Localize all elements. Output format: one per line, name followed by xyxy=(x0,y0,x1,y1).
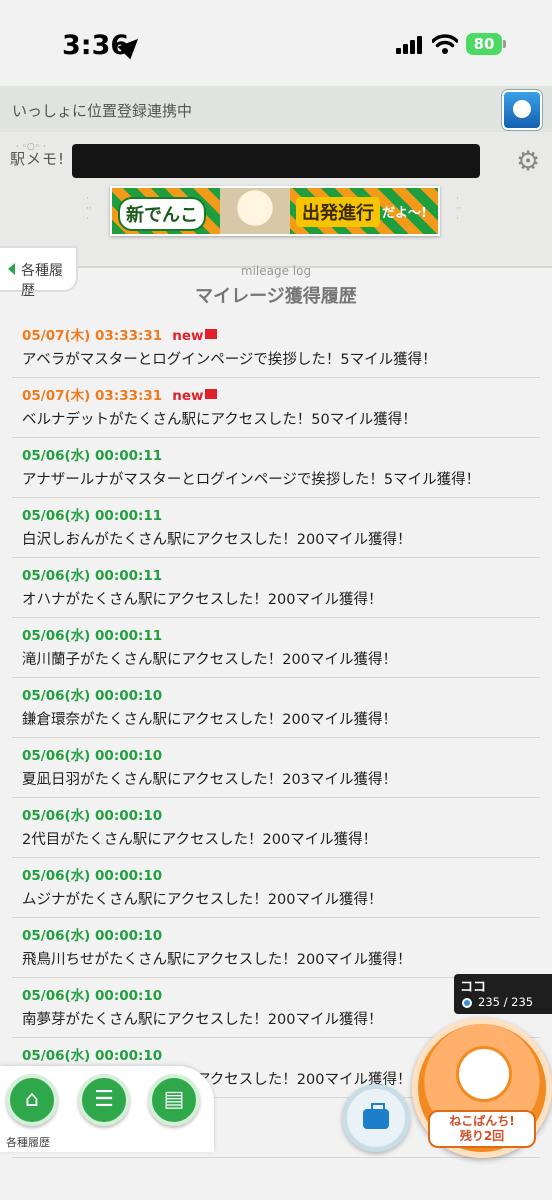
new-badge: new xyxy=(172,328,204,344)
partner-character-icon[interactable] xyxy=(502,90,542,130)
banner-character-image xyxy=(220,188,290,234)
log-time-text: 05/06(水) 00:00:10 xyxy=(22,988,163,1004)
redacted-name-field xyxy=(72,144,480,178)
log-timestamp: 05/06(水) 00:00:10 xyxy=(22,748,530,765)
log-message: 2代目がたくさん駅にアクセスした！200マイル獲得！ xyxy=(22,832,378,848)
log-item: 05/06(水) 00:00:11 アナザールナがマスターとログインページで挨拶し… xyxy=(12,438,540,498)
gear-icon[interactable]: ⚙ xyxy=(516,148,540,175)
wifi-icon xyxy=(432,34,458,54)
page-subtitle: mileage log xyxy=(240,264,312,278)
location-bar: いっしょに位置登録連携中 xyxy=(0,86,552,132)
home-button[interactable]: ⌂ xyxy=(6,1074,58,1126)
neko-punch-label: ねこぱんち! 残り2回 xyxy=(428,1110,536,1148)
new-badge: new xyxy=(172,388,204,404)
neko-punch-title: ねこぱんち! xyxy=(449,1114,515,1128)
log-time-text: 05/06(水) 00:00:10 xyxy=(22,928,163,944)
log-item: 05/07(木) 03:33:31 new ベルナデットがたくさん駅にアクセスした！… xyxy=(12,378,540,438)
log-message: 飛鳥川ちせがたくさん駅にアクセスした！200マイル獲得！ xyxy=(22,952,412,968)
log-timestamp: 05/06(水) 00:00:11 xyxy=(22,508,530,525)
log-message: ベルナデットがたくさん駅にアクセスした！50マイル獲得！ xyxy=(22,412,417,428)
status-bar: 3:36 80 xyxy=(0,0,552,86)
log-item: 05/06(水) 00:00:10 夏凪日羽がたくさん駅にアクセスした！203マイ… xyxy=(12,738,540,798)
flag-icon xyxy=(205,389,218,399)
log-item: 05/06(水) 00:00:11 白沢しおんがたくさん駅にアクセスした！200マ… xyxy=(12,498,540,558)
log-message: アベラがマスターとログインページで挨拶した！5マイル獲得！ xyxy=(22,352,437,368)
log-message: アナザールナがマスターとログインページで挨拶した！5マイル獲得！ xyxy=(22,472,481,488)
banner-tail-text: だよ〜! xyxy=(382,206,427,221)
log-time-text: 05/07(木) 03:33:31 xyxy=(22,388,163,404)
log-timestamp: 05/06(水) 00:00:11 xyxy=(22,568,530,585)
log-item: 05/06(水) 00:00:11 オハナがたくさん駅にアクセスした！200マイル… xyxy=(12,558,540,618)
coco-gauge-icon xyxy=(462,998,472,1008)
log-message: オハナがたくさん駅にアクセスした！200マイル獲得！ xyxy=(22,592,383,608)
train-list-button[interactable]: ▤ xyxy=(148,1074,200,1126)
log-item: 05/06(水) 00:00:10 ムジナがたくさん駅にアクセスした！200マイル… xyxy=(12,858,540,918)
bottom-nav: ⌂ ☰ ▤ 各種履歴 xyxy=(0,1066,214,1152)
coco-title: ココ xyxy=(460,980,487,995)
log-message: 白沢しおんがたくさん駅にアクセスした！200マイル獲得！ xyxy=(22,532,412,548)
log-item: 05/06(水) 00:00:11 滝川蘭子がたくさん駅にアクセスした！200マイ… xyxy=(12,618,540,678)
log-time-text: 05/06(水) 00:00:10 xyxy=(22,1048,163,1064)
log-message: 夏凪日羽がたくさん駅にアクセスした！203マイル獲得！ xyxy=(22,772,397,788)
nav-label: 各種履歴 xyxy=(6,1136,50,1149)
log-message: 鎌倉環奈がたくさん駅にアクセスした！200マイル獲得！ xyxy=(22,712,397,728)
log-time-text: 05/06(水) 00:00:10 xyxy=(22,688,163,704)
battery-cap xyxy=(503,40,506,48)
log-item: 05/06(水) 00:00:10 2代目がたくさん駅にアクセスした！200マイル… xyxy=(12,798,540,858)
coco-value: 235 / 235 xyxy=(478,995,534,1009)
log-item: 05/06(水) 00:00:10 鎌倉環奈がたくさん駅にアクセスした！200マイ… xyxy=(12,678,540,738)
log-timestamp: 05/06(水) 00:00:10 xyxy=(22,688,530,705)
log-message: 滝川蘭子がたくさん駅にアクセスした！200マイル獲得！ xyxy=(22,652,397,668)
log-time-text: 05/06(水) 00:00:10 xyxy=(22,868,163,884)
page-title: マイレージ獲得履歴 xyxy=(195,286,357,307)
log-timestamp: 05/06(水) 00:00:10 xyxy=(22,928,530,945)
banner-dots-left: · ·⋅ · xyxy=(86,194,92,224)
log-timestamp: 05/07(木) 03:33:31 new xyxy=(22,388,530,405)
neko-punch-button[interactable]: ねこぱんち! 残り2回 xyxy=(412,1018,552,1158)
log-time-text: 05/06(水) 00:00:11 xyxy=(22,628,163,644)
app-logo: 駅メモ! xyxy=(10,150,66,168)
briefcase-icon xyxy=(363,1103,389,1129)
log-item: 05/06(水) 00:00:10 飛鳥川ちせがたくさん駅にアクセスした！200マ… xyxy=(12,918,540,978)
log-timestamp: 05/06(水) 00:00:11 xyxy=(22,448,530,465)
history-button[interactable]: ☰ xyxy=(78,1074,130,1126)
location-status: いっしょに位置登録連携中 xyxy=(12,102,193,120)
log-timestamp: 05/06(水) 00:00:10 xyxy=(22,808,530,825)
app-header: いっしょに位置登録連携中 · ◦○◦ · 駅メモ! ⚙ · ·⋅ · 新でんこ 出発… xyxy=(0,86,552,268)
log-timestamp: 05/07(木) 03:33:31 new xyxy=(22,328,530,345)
battery-icon: 80 xyxy=(466,33,502,55)
banner-right-text: 出発進行 xyxy=(296,197,380,227)
log-time-text: 05/06(水) 00:00:10 xyxy=(22,748,163,764)
banner-left-text: 新でんこ xyxy=(118,197,206,231)
log-time-text: 05/06(水) 00:00:11 xyxy=(22,448,163,464)
log-timestamp: 05/06(水) 00:00:11 xyxy=(22,628,530,645)
items-button[interactable] xyxy=(342,1084,410,1152)
train-icon: ▤ xyxy=(163,1087,185,1112)
log-time-text: 05/06(水) 00:00:11 xyxy=(22,568,163,584)
log-timestamp: 05/06(水) 00:00:10 xyxy=(22,868,530,885)
promo-banner[interactable]: 新でんこ 出発進行 だよ〜! xyxy=(110,186,440,236)
log-item: 05/07(木) 03:33:31 new アベラがマスターとログインページで挨拶し… xyxy=(12,318,540,378)
coco-status-panel[interactable]: ココ 235 / 235 xyxy=(454,974,552,1014)
cat-face-icon xyxy=(456,1046,512,1102)
signal-icon xyxy=(396,36,426,54)
flag-icon xyxy=(205,329,218,339)
log-time-text: 05/06(水) 00:00:10 xyxy=(22,808,163,824)
log-time-text: 05/06(水) 00:00:11 xyxy=(22,508,163,524)
log-time-text: 05/07(木) 03:33:31 xyxy=(22,328,163,344)
home-icon: ⌂ xyxy=(25,1087,39,1112)
log-message: ムジナがたくさん駅にアクセスした！200マイル獲得！ xyxy=(22,892,383,908)
list-icon: ☰ xyxy=(94,1087,114,1112)
neko-punch-remaining: 残り2回 xyxy=(459,1129,505,1143)
banner-dots-right: · ⋅· · xyxy=(456,194,462,224)
